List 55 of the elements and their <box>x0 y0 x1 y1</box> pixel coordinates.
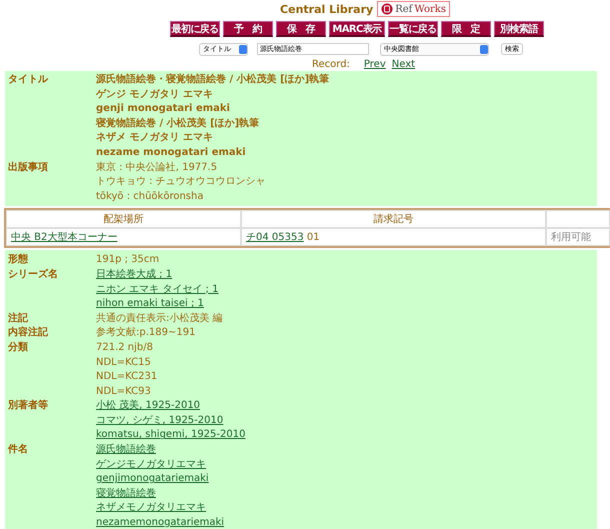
seal-icon <box>381 3 394 15</box>
toolbar-button[interactable]: 予 約 <box>223 21 273 37</box>
field-value: トウキョウ : チュウオウコウロンシャ <box>96 176 266 188</box>
refworks-logo[interactable]: Ref Works <box>377 1 450 17</box>
field-label: 分類 <box>8 340 29 355</box>
availability-status: 利用可能 <box>551 232 591 244</box>
column-header: 請求記号 <box>241 210 546 228</box>
field-link[interactable]: 寝覚物語絵巻 <box>96 488 156 499</box>
toolbar-button[interactable]: 保 存 <box>276 21 326 37</box>
field-value: tōkyō : chūōkōronsha <box>96 190 204 202</box>
toolbar-button[interactable]: 別検索語 <box>494 21 544 37</box>
copy-number: 01 <box>306 232 320 244</box>
field-value: NDL=KC231 <box>96 371 158 382</box>
title-text: 源氏物語絵巻・寝覚物語絵巻 / 小松茂美 [ほか]執筆 <box>96 74 330 85</box>
field-value: 東京 : 中央公論社, 1977.5 <box>96 162 218 173</box>
next-link[interactable]: Next <box>392 59 416 70</box>
field-link[interactable]: nezamemonogatariemaki <box>96 517 224 528</box>
record-label: Record: <box>312 59 350 70</box>
field-label: 出版事項 <box>8 160 49 175</box>
field-link[interactable]: nihon emaki taisei ; 1 <box>96 298 204 310</box>
field-label: 形態 <box>8 253 29 268</box>
field-link[interactable]: ゲンジモノガタリエマキ <box>96 458 206 470</box>
field-label: 別著者等 <box>8 399 49 414</box>
field-label: タイトル <box>8 73 50 87</box>
field-value: NDL=KC15 <box>96 356 151 368</box>
toolbar-button[interactable]: 一覧に戻る <box>388 21 438 37</box>
toolbar-button[interactable]: MARC表示 <box>329 21 385 37</box>
field-link[interactable]: komatsu, shigemi, 1925-2010 <box>96 429 246 440</box>
title-text: 寝覚物語絵巻 / 小松茂美 [ほか]執筆 <box>96 118 260 129</box>
field-value: 721.2 njb/8 <box>96 342 154 353</box>
field-label: 件名 <box>8 443 29 458</box>
title-text: genji monogatari emaki <box>96 103 230 114</box>
toolbar-button[interactable]: 最初に戻る <box>170 21 220 37</box>
field-link[interactable]: ニホン エマキ タイセイ ; 1 <box>96 284 218 295</box>
prev-link[interactable]: Prev <box>364 59 386 70</box>
field-value: 191p ; 35cm <box>96 254 160 266</box>
field-value: 参考文献:p.189~191 <box>96 327 196 338</box>
field-label: シリーズ名 <box>8 268 59 282</box>
field-label: 内容注記 <box>8 326 49 340</box>
field-link[interactable]: 日本絵巻大成 ; 1 <box>96 268 172 280</box>
field-link[interactable]: genjimonogatariemaki <box>96 473 209 484</box>
call-number-link[interactable]: チ04 05353 <box>246 232 304 244</box>
title-text: ゲンジ モノガタリ エマキ <box>96 88 213 100</box>
field-link[interactable]: コマツ, シゲミ, 1925-2010 <box>96 414 224 426</box>
column-header: 配架場所 <box>6 210 241 228</box>
title-text: nezame monogatari emaki <box>96 146 246 158</box>
field-value: NDL=KC93 <box>96 386 151 397</box>
title-text: ネザメ モノガタリ エマキ <box>96 132 213 144</box>
library-title: Central Library <box>280 2 374 16</box>
field-value: 共通の責任表示:小松茂美 編 <box>96 312 223 324</box>
field-label: 注記 <box>8 312 29 326</box>
field-link[interactable]: 小松 茂美, 1925-2010 <box>96 400 200 412</box>
field-link[interactable]: ネザメモノガタリエマキ <box>96 502 206 514</box>
field-link[interactable]: 源氏物語絵巻 <box>96 444 156 456</box>
toolbar-button[interactable]: 限 定 <box>441 21 491 37</box>
